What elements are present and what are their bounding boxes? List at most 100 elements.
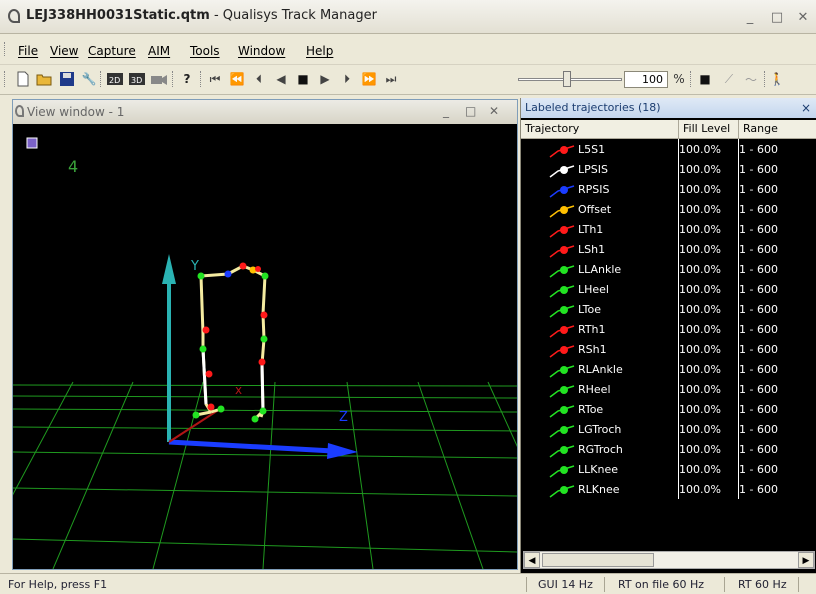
- svg-text:3D: 3D: [131, 76, 142, 85]
- trajectory-fill-level: 100.0%: [679, 343, 721, 356]
- trajectory-marker-icon: [549, 405, 575, 418]
- trajectory-tool-icon[interactable]: ⟋: [720, 70, 738, 88]
- save-icon[interactable]: [58, 70, 76, 88]
- trajectory-name: Offset: [578, 203, 612, 216]
- scroll-left-icon[interactable]: ◀: [524, 552, 540, 568]
- trajectory-name: LTh1: [578, 223, 604, 236]
- trajectory-row[interactable]: LLKnee 100.0% 1 - 600: [521, 460, 816, 480]
- trajectory-row[interactable]: RGTroch 100.0% 1 - 600: [521, 440, 816, 460]
- menu-aim[interactable]: AIM: [148, 44, 170, 58]
- trajectory-name: LPSIS: [578, 163, 608, 176]
- 3d-canvas[interactable]: 4 Y Z x: [13, 124, 517, 569]
- trajectory-fill-level: 100.0%: [679, 363, 721, 376]
- status-separator: [798, 577, 799, 592]
- menu-window[interactable]: Window: [238, 44, 285, 58]
- maximize-button[interactable]: □: [768, 10, 786, 25]
- trajectory-row[interactable]: LTh1 100.0% 1 - 600: [521, 220, 816, 240]
- trajectory-row[interactable]: RHeel 100.0% 1 - 600: [521, 380, 816, 400]
- trajectory-range: 1 - 600: [739, 383, 778, 396]
- trajectory-marker-icon: [549, 325, 575, 338]
- trajectory-row[interactable]: LPSIS 100.0% 1 - 600: [521, 160, 816, 180]
- fast-forward-icon[interactable]: ⏩: [360, 70, 378, 88]
- trajectory-row[interactable]: RLKnee 100.0% 1 - 600: [521, 480, 816, 500]
- horizontal-scrollbar[interactable]: ◀ ▶: [523, 551, 815, 569]
- trajectory-fill-level: 100.0%: [679, 163, 721, 176]
- column-header-fill-level[interactable]: Fill Level: [679, 120, 739, 139]
- fast-rewind-icon[interactable]: ⏪: [228, 70, 246, 88]
- trajectory-range: 1 - 600: [739, 283, 778, 296]
- menu-help[interactable]: Help: [306, 44, 333, 58]
- trajectory-name: LLKnee: [578, 463, 618, 476]
- trajectory-name: LLAnkle: [578, 263, 622, 276]
- record-stop-icon[interactable]: ■: [696, 70, 714, 88]
- trajectory-name: RHeel: [578, 383, 611, 396]
- toolbar-separator: [764, 71, 766, 87]
- trajectory-range: 1 - 600: [739, 403, 778, 416]
- play-backward-icon[interactable]: ◀: [272, 70, 290, 88]
- 2d-view-icon[interactable]: 2D: [106, 70, 124, 88]
- person-icon[interactable]: 🚶: [768, 70, 786, 88]
- last-frame-icon[interactable]: ⏭: [382, 70, 400, 88]
- trajectory-row[interactable]: Offset 100.0% 1 - 600: [521, 200, 816, 220]
- scrollbar-thumb[interactable]: [542, 553, 654, 567]
- trajectories-close-button[interactable]: ×: [801, 101, 811, 115]
- trajectory-marker-icon: [549, 465, 575, 478]
- menu-view[interactable]: View: [50, 44, 78, 58]
- step-forward-icon[interactable]: ⏵: [338, 70, 356, 88]
- trajectory-row[interactable]: RTh1 100.0% 1 - 600: [521, 320, 816, 340]
- view-window-title: View window - 1: [27, 105, 125, 119]
- curve-tool-icon[interactable]: 〜: [742, 70, 760, 88]
- trajectory-row[interactable]: LHeel 100.0% 1 - 600: [521, 280, 816, 300]
- trajectory-fill-level: 100.0%: [679, 303, 721, 316]
- view-close-button[interactable]: ✕: [489, 104, 499, 118]
- stop-icon[interactable]: ■: [294, 70, 312, 88]
- trajectory-row[interactable]: LSh1 100.0% 1 - 600: [521, 240, 816, 260]
- trajectory-row[interactable]: RSh1 100.0% 1 - 600: [521, 340, 816, 360]
- frame-label: 4: [68, 157, 78, 176]
- scroll-right-icon[interactable]: ▶: [798, 552, 814, 568]
- title-bar: LEJ338HH0031Static.qtm - Qualisys Track …: [0, 0, 816, 34]
- trajectory-fill-level: 100.0%: [679, 403, 721, 416]
- status-separator: [526, 577, 527, 592]
- video-camera-icon[interactable]: [150, 70, 168, 88]
- view-minimize-button[interactable]: _: [443, 104, 449, 118]
- trajectory-row[interactable]: RPSIS 100.0% 1 - 600: [521, 180, 816, 200]
- toolbar-separator: [200, 71, 202, 87]
- close-button[interactable]: ✕: [794, 10, 812, 25]
- view-cube-icon[interactable]: [26, 137, 38, 149]
- column-header-range[interactable]: Range: [739, 120, 816, 139]
- trajectory-marker-icon: [549, 225, 575, 238]
- 3d-view-icon[interactable]: 3D: [128, 70, 146, 88]
- column-header-trajectory[interactable]: Trajectory: [521, 120, 679, 139]
- minimize-button[interactable]: _: [741, 10, 759, 25]
- trajectory-row[interactable]: L5S1 100.0% 1 - 600: [521, 140, 816, 160]
- trajectory-fill-level: 100.0%: [679, 483, 721, 496]
- menu-file[interactable]: File: [18, 44, 38, 58]
- trajectory-fill-level: 100.0%: [679, 183, 721, 196]
- new-file-icon[interactable]: [14, 70, 32, 88]
- trajectory-marker-icon: [549, 285, 575, 298]
- trajectory-row[interactable]: LLAnkle 100.0% 1 - 600: [521, 260, 816, 280]
- trajectory-range: 1 - 600: [739, 183, 778, 196]
- wrench-icon[interactable]: 🔧: [80, 70, 98, 88]
- help-icon[interactable]: ?: [178, 70, 196, 88]
- trajectory-row[interactable]: RLAnkle 100.0% 1 - 600: [521, 360, 816, 380]
- view-maximize-button[interactable]: □: [465, 104, 476, 118]
- title-file: LEJ338HH0031Static.qtm: [26, 8, 210, 23]
- trajectory-row[interactable]: RToe 100.0% 1 - 600: [521, 400, 816, 420]
- trajectory-range: 1 - 600: [739, 263, 778, 276]
- slider-thumb[interactable]: [563, 71, 571, 87]
- trajectory-row[interactable]: LGTroch 100.0% 1 - 600: [521, 420, 816, 440]
- open-folder-icon[interactable]: [36, 70, 54, 88]
- trajectory-row[interactable]: LToe 100.0% 1 - 600: [521, 300, 816, 320]
- menu-tools[interactable]: Tools: [190, 44, 220, 58]
- trajectory-range: 1 - 600: [739, 463, 778, 476]
- first-frame-icon[interactable]: ⏮: [206, 70, 224, 88]
- step-back-icon[interactable]: ⏴: [250, 70, 268, 88]
- trajectory-range: 1 - 600: [739, 343, 778, 356]
- speed-percent-field[interactable]: 100: [624, 71, 668, 88]
- play-forward-icon[interactable]: ▶: [316, 70, 334, 88]
- menu-capture[interactable]: Capture: [88, 44, 136, 58]
- trajectory-marker-icon: [549, 305, 575, 318]
- trajectory-range: 1 - 600: [739, 363, 778, 376]
